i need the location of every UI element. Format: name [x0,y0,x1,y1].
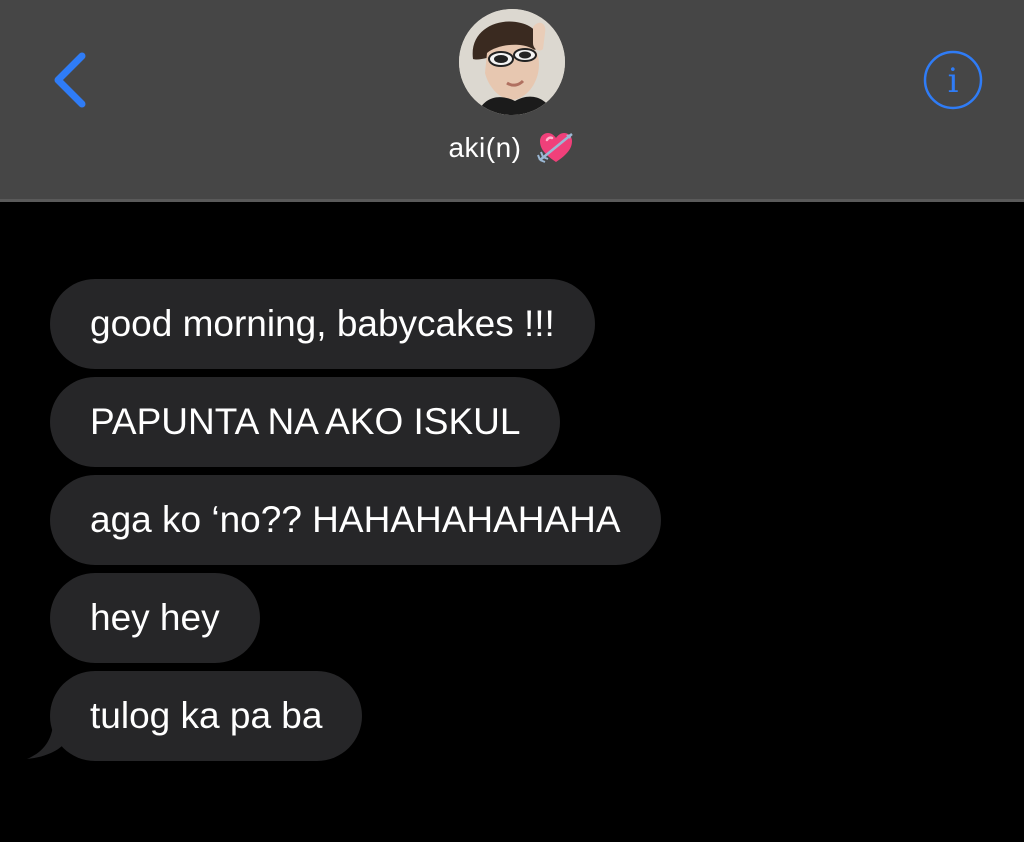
contact-title[interactable]: aki(n) [0,126,1024,170]
message-bubble[interactable]: aga ko ‘no?? HAHAHAHAHAHA [50,475,661,565]
chevron-left-icon [54,52,86,108]
bubble-tail [27,719,67,759]
conversation-screen: aki(n) i good morning, babycakes !!! PAP… [0,0,1024,842]
back-button[interactable] [44,44,100,116]
contact-name: aki(n) [448,132,522,163]
message-bubble[interactable]: hey hey [50,573,260,663]
info-button[interactable]: i [922,49,984,111]
info-icon: i [923,50,983,110]
conversation-header: aki(n) i [0,0,1024,202]
heart-with-arrow-icon [536,133,573,163]
avatar-photo [459,9,565,115]
contact-avatar[interactable] [459,9,565,115]
info-glyph: i [948,61,959,101]
message-bubble[interactable]: PAPUNTA NA AKO ISKUL [50,377,561,467]
message-bubble[interactable]: good morning, babycakes !!! [50,279,595,369]
message-bubble[interactable]: tulog ka pa ba [50,671,363,761]
